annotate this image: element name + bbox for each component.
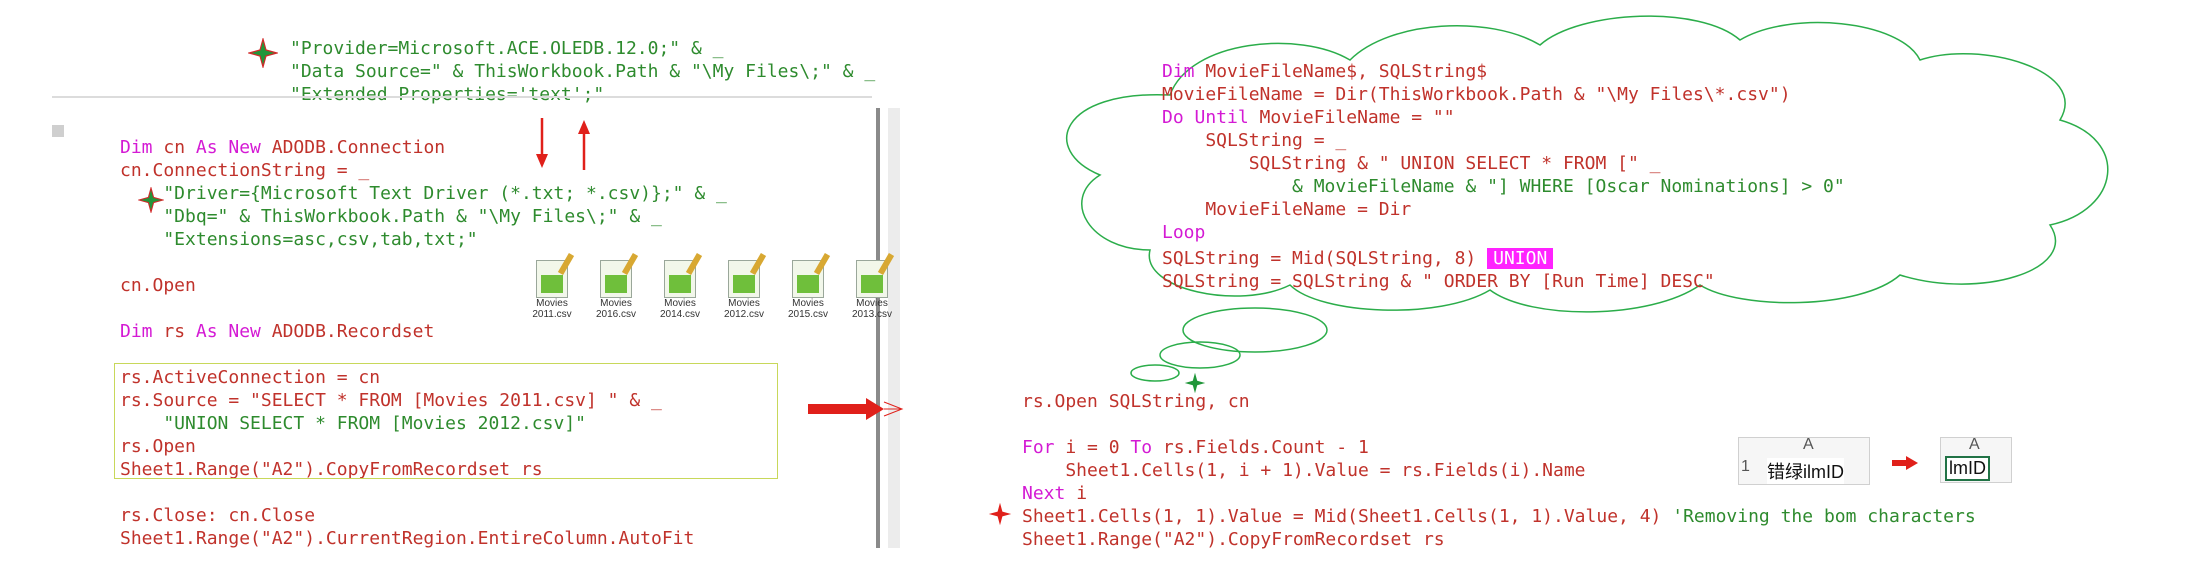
snippet-line: "Extended Properties='text';" bbox=[290, 84, 605, 105]
editor-top-rule bbox=[52, 96, 872, 98]
keyword: Next bbox=[1022, 483, 1066, 504]
keyword: For bbox=[1022, 437, 1055, 458]
code-text: cn bbox=[152, 137, 196, 158]
file-doc-shape bbox=[792, 260, 824, 298]
code-line: rs.Close: cn.Close bbox=[120, 505, 316, 526]
code-text: MovieFileName$, SQLString$ bbox=[1194, 61, 1488, 82]
code-line: For i = 0 To rs.Fields.Count - 1 bbox=[1022, 436, 1369, 459]
code-line: Dim MovieFileName$, SQLString$ bbox=[1162, 60, 1487, 83]
code-line: Do Until MovieFileName = "" bbox=[1162, 106, 1455, 129]
code-line: Sheet1.Cells(1, 1).Value = Mid(Sheet1.Ce… bbox=[1022, 505, 1976, 528]
code-text: rs bbox=[152, 321, 196, 342]
file-name: Movies 2016.csv bbox=[595, 298, 637, 320]
code-text: i = 0 bbox=[1054, 437, 1131, 458]
code-text: SQLString = Mid(SQLString, 8) bbox=[1162, 248, 1477, 269]
top-snippet: "Provider=Microsoft.ACE.OLEDB.12.0;" & _… bbox=[290, 37, 875, 129]
code-comment: 'Removing the bom characters bbox=[1661, 506, 1976, 527]
code-line: SQLString & " UNION SELECT * FROM [" _ bbox=[1162, 153, 1661, 174]
csv-file-icon[interactable]: Movies 2015.csv bbox=[778, 260, 838, 332]
row-header: 1 bbox=[1741, 458, 1750, 475]
code-text: rs.Fields.Count - 1 bbox=[1152, 437, 1369, 458]
code-text: MovieFileName = "" bbox=[1248, 107, 1455, 128]
code-line: Sheet1.Range("A2").CurrentRegion.EntireC… bbox=[120, 528, 695, 549]
arrow-up-icon bbox=[578, 120, 590, 170]
excel-cell-before: A 1 错绿ilmID bbox=[1738, 436, 1870, 485]
code-line: Dim cn As New ADODB.Connection bbox=[120, 136, 445, 159]
file-name: Movies 2013.csv bbox=[851, 298, 893, 320]
star-marker-icon bbox=[988, 502, 1012, 526]
keyword: Dim bbox=[120, 137, 153, 158]
keyword: Dim bbox=[1162, 61, 1195, 82]
file-doc-shape bbox=[536, 260, 568, 298]
code-line: cn.Open bbox=[120, 275, 196, 296]
cell-value[interactable]: lmID bbox=[1945, 456, 1990, 481]
keyword: Do Until bbox=[1162, 107, 1249, 128]
code-text: ADODB.Connection bbox=[260, 137, 446, 158]
arrow-right-icon bbox=[1892, 456, 1918, 470]
code-line: rs.Open SQLString, cn bbox=[1022, 391, 1250, 412]
column-header: A bbox=[1803, 436, 1814, 453]
code-line: cn.ConnectionString = _ bbox=[120, 160, 370, 181]
file-name: Movies 2015.csv bbox=[787, 298, 829, 320]
code-text: Sheet1.Cells(1, 1).Value = Mid(Sheet1.Ce… bbox=[1022, 506, 1662, 527]
code-text: i bbox=[1065, 483, 1088, 504]
highlight-box bbox=[114, 363, 778, 479]
keyword: To bbox=[1130, 437, 1153, 458]
code-line: Sheet1.Cells(1, i + 1).Value = rs.Fields… bbox=[1022, 460, 1586, 481]
code-line: Sheet1.Range("A2").CopyFromRecordset rs bbox=[1022, 529, 1445, 550]
right-code-block: rs.Open SQLString, cn For i = 0 To rs.Fi… bbox=[1022, 390, 1976, 551]
excel-cell-after: A lmID bbox=[1940, 436, 2012, 483]
snippet-line: "Provider=Microsoft.ACE.OLEDB.12.0;" & _ bbox=[290, 38, 724, 59]
file-doc-shape bbox=[600, 260, 632, 298]
csv-file-icon[interactable]: Movies 2013.csv bbox=[842, 260, 902, 332]
keyword: As New bbox=[195, 321, 261, 342]
code-line: MovieFileName = Dir bbox=[1162, 199, 1412, 220]
arrow-down-icon bbox=[536, 118, 548, 168]
file-name: Movies 2011.csv bbox=[532, 298, 572, 320]
code-line: MovieFileName = Dir(ThisWorkbook.Path & … bbox=[1162, 84, 1791, 105]
code-line: "Dbq=" & ThisWorkbook.Path & "\My Files\… bbox=[120, 206, 662, 227]
star-marker-icon bbox=[248, 38, 278, 68]
code-line: "Driver={Microsoft Text Driver (*.txt; *… bbox=[120, 183, 727, 204]
code-line: Next i bbox=[1022, 482, 1087, 505]
keyword: As New bbox=[195, 137, 261, 158]
arrow-right-icon bbox=[808, 398, 904, 420]
file-doc-shape bbox=[856, 260, 888, 298]
column-header: A bbox=[1969, 436, 1980, 453]
code-line: SQLString = _ bbox=[1162, 130, 1347, 151]
code-line: Loop bbox=[1162, 222, 1206, 243]
snippet-line: "Data Source=" & ThisWorkbook.Path & "\M… bbox=[290, 61, 876, 82]
file-name: Movies 2014.csv bbox=[659, 298, 701, 320]
cell-value: 错绿ilmID bbox=[1767, 458, 1844, 484]
csv-file-icon[interactable]: Movies 2016.csv bbox=[586, 260, 646, 332]
code-line: SQLString = SQLString & " ORDER BY [Run … bbox=[1162, 271, 1715, 292]
file-doc-shape bbox=[728, 260, 760, 298]
code-line: Dim rs As New ADODB.Recordset bbox=[120, 320, 434, 343]
file-name: Movies 2012.csv bbox=[723, 298, 765, 320]
code-line: "Extensions=asc,csv,tab,txt;" bbox=[120, 229, 478, 250]
keyword: Dim bbox=[120, 321, 153, 342]
csv-file-icon[interactable]: Movies 2011.csv bbox=[522, 260, 582, 332]
csv-file-icon[interactable]: Movies 2014.csv bbox=[650, 260, 710, 332]
csv-file-icon[interactable]: Movies 2012.csv bbox=[714, 260, 774, 332]
union-highlight: UNION bbox=[1487, 248, 1554, 269]
editor-left-rule bbox=[52, 125, 64, 137]
code-text: ADODB.Recordset bbox=[260, 321, 435, 342]
cloud-code-block: Dim MovieFileName$, SQLString$ MovieFile… bbox=[1162, 60, 1845, 313]
code-line: & MovieFileName & "] WHERE [Oscar Nomina… bbox=[1162, 176, 1845, 197]
code-line: SQLString = Mid(SQLString, 8) UNION bbox=[1162, 247, 1554, 270]
file-doc-shape bbox=[664, 260, 696, 298]
